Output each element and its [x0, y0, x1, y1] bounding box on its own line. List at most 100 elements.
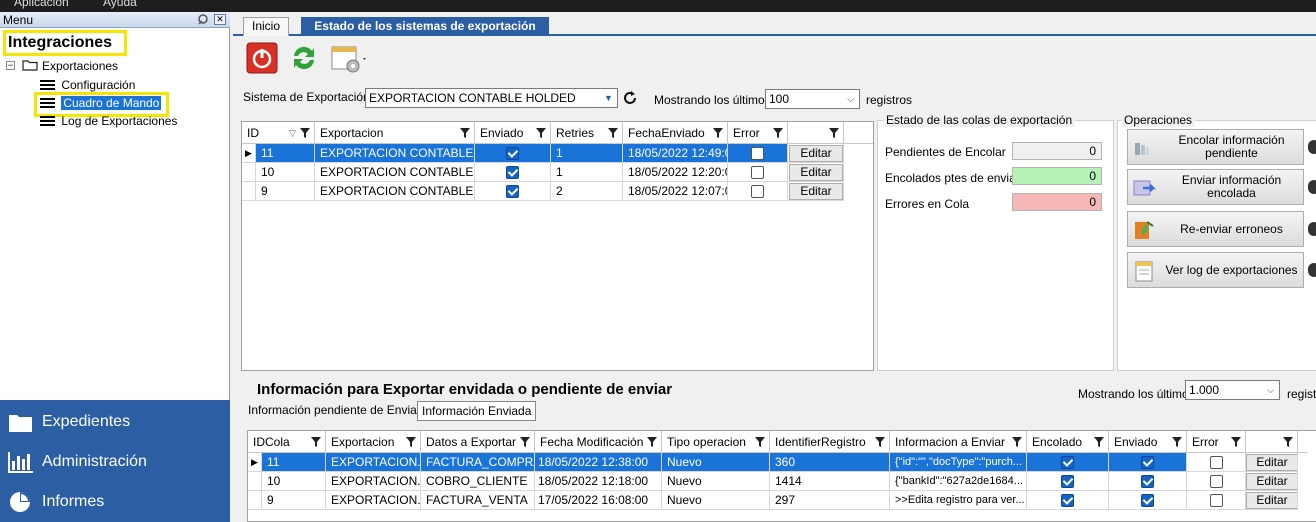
- checkbox-error[interactable]: [751, 166, 764, 180]
- filter-icon[interactable]: [713, 128, 723, 138]
- edit-button[interactable]: Editar: [1246, 454, 1297, 471]
- menu-ayuda[interactable]: Ayuda: [103, 0, 137, 9]
- tab-estado-sistemas[interactable]: Estado de los sistemas de exportación: [301, 17, 549, 36]
- checkbox-enviado[interactable]: [506, 166, 519, 180]
- filter-icon[interactable]: [755, 437, 765, 447]
- column-header-enviado[interactable]: Enviado: [1109, 431, 1187, 453]
- filter-icon[interactable]: [1094, 437, 1104, 447]
- filter-icon[interactable]: [773, 128, 783, 138]
- column-header-fecha-enviado[interactable]: FechaEnviado: [623, 122, 728, 144]
- table-row[interactable]: 10 EXPORTACION... COBRO_CLIENTE 18/05/20…: [248, 472, 1308, 491]
- help-icon[interactable]: [1308, 140, 1316, 154]
- nav-label: Administración: [42, 453, 147, 470]
- column-header-identifier[interactable]: IdentifierRegistro: [770, 431, 890, 453]
- collapse-icon[interactable]: −: [6, 61, 15, 70]
- cell-action: Editar: [788, 144, 844, 163]
- column-header-error[interactable]: Error: [1187, 431, 1246, 453]
- column-header-exportacion[interactable]: Exportacion: [315, 122, 475, 144]
- filter-icon[interactable]: [536, 128, 546, 138]
- edit-button[interactable]: Editar: [789, 183, 843, 200]
- showing-last-select[interactable]: 100 ⌵: [765, 89, 860, 109]
- filter-icon[interactable]: [406, 437, 416, 447]
- pin-icon[interactable]: [197, 14, 209, 25]
- tree-item-log-de-exportaciones[interactable]: Log de Exportaciones: [40, 114, 220, 132]
- column-header-actions[interactable]: [788, 122, 844, 144]
- window-settings-button[interactable]: [330, 42, 370, 74]
- checkbox-enviado[interactable]: [506, 147, 519, 161]
- chevron-down-icon: ⌵: [847, 94, 854, 104]
- nav-expedientes[interactable]: Expedientes: [0, 402, 230, 442]
- column-header-error[interactable]: Error: [728, 122, 788, 144]
- subtab-pending[interactable]: Información pendiente de Enviar: [244, 401, 425, 421]
- filter-icon[interactable]: [460, 128, 470, 138]
- export-system-select[interactable]: EXPORTACION CONTABLE HOLDED ▼: [365, 88, 618, 108]
- cell-datos: COBRO_CLIENTE: [421, 472, 535, 491]
- table-row[interactable]: 10 EXPORTACION CONTABLE... 1 18/05/2022 …: [242, 163, 844, 182]
- power-button[interactable]: [246, 42, 278, 74]
- checkbox-error[interactable]: [751, 147, 764, 161]
- checkbox-enviado[interactable]: [1141, 456, 1154, 470]
- cell-datos: FACTURA_VENTA: [421, 491, 535, 510]
- edit-button[interactable]: Editar: [789, 145, 843, 162]
- help-icon[interactable]: [1308, 180, 1316, 194]
- column-header-id[interactable]: ID ▽: [242, 122, 315, 144]
- column-header-actions[interactable]: [1246, 431, 1298, 453]
- filter-icon[interactable]: [829, 128, 839, 138]
- checkbox-encolado[interactable]: [1061, 494, 1074, 508]
- filter-icon[interactable]: [1231, 437, 1241, 447]
- resend-icon: [1133, 219, 1157, 241]
- nav-administracion[interactable]: Administración: [0, 442, 230, 482]
- column-header-tipo[interactable]: Tipo operacion: [662, 431, 770, 453]
- filter-icon[interactable]: [311, 437, 321, 447]
- edit-button[interactable]: Editar: [1246, 492, 1297, 509]
- menu-aplicacion[interactable]: Aplicación: [14, 0, 69, 9]
- help-icon[interactable]: [1308, 222, 1316, 236]
- column-header-info[interactable]: Informacion a Enviar: [890, 431, 1027, 453]
- close-icon[interactable]: ✕: [214, 14, 226, 25]
- checkbox-error[interactable]: [751, 185, 764, 199]
- checkbox-error[interactable]: [1209, 475, 1223, 489]
- filter-icon[interactable]: [300, 128, 310, 138]
- reload-icon[interactable]: [622, 90, 638, 106]
- edit-button[interactable]: Editar: [789, 164, 843, 181]
- filter-icon[interactable]: [647, 437, 657, 447]
- filter-icon[interactable]: [1172, 437, 1182, 447]
- filter-icon[interactable]: [875, 437, 885, 447]
- column-header-fecha[interactable]: Fecha Modificación: [535, 431, 662, 453]
- table-row[interactable]: 9 EXPORTACION... FACTURA_VENTA 17/05/202…: [248, 491, 1308, 510]
- table-row[interactable]: ▶ 11 EXPORTACION CONTABLE... 1 18/05/202…: [242, 144, 844, 163]
- filter-icon[interactable]: [1012, 437, 1022, 447]
- column-header-enviado[interactable]: Enviado: [475, 122, 551, 144]
- send-queued-button[interactable]: Enviar información encolada: [1127, 169, 1304, 205]
- edit-button[interactable]: Editar: [1246, 473, 1297, 490]
- tree-item-cuadro-de-mando[interactable]: Cuadro de Mando: [40, 96, 220, 114]
- column-header-exportacion[interactable]: Exportacion: [326, 431, 421, 453]
- filter-icon[interactable]: [1283, 437, 1293, 447]
- filter-icon[interactable]: [520, 437, 530, 447]
- checkbox-enviado[interactable]: [506, 185, 519, 199]
- checkbox-error[interactable]: [1209, 494, 1223, 508]
- table-row[interactable]: ▶ 11 EXPORTACION... FACTURA_COMPRA 18/05…: [248, 453, 1308, 472]
- checkbox-enviado[interactable]: [1141, 494, 1154, 508]
- checkbox-encolado[interactable]: [1061, 475, 1074, 489]
- view-log-button[interactable]: Ver log de exportaciones: [1127, 252, 1304, 288]
- bottom-showing-last-select[interactable]: 1.000 ⌵: [1185, 380, 1280, 400]
- column-header-datos[interactable]: Datos a Exportar: [421, 431, 535, 453]
- refresh-button[interactable]: [288, 42, 320, 74]
- table-row[interactable]: 9 EXPORTACION CONTABLE... 2 18/05/2022 1…: [242, 182, 844, 201]
- checkbox-encolado[interactable]: [1061, 456, 1074, 470]
- checkbox-enviado[interactable]: [1141, 475, 1154, 489]
- enqueue-pending-button[interactable]: Encolar información pendiente: [1127, 129, 1304, 165]
- subtab-sent[interactable]: Información Enviada: [417, 401, 537, 421]
- tree-node-exportaciones[interactable]: − Exportaciones: [6, 58, 226, 76]
- help-icon[interactable]: [1308, 263, 1316, 277]
- column-header-retries[interactable]: Retries: [551, 122, 623, 144]
- tab-inicio[interactable]: Inicio: [243, 17, 289, 36]
- checkbox-error[interactable]: [1209, 456, 1223, 470]
- column-header-idcola[interactable]: IDCola: [248, 431, 326, 453]
- resend-errors-button[interactable]: Re-enviar erroneos: [1127, 211, 1304, 247]
- column-header-encolado[interactable]: Encolado: [1027, 431, 1109, 453]
- cell-identifier: 1414: [770, 472, 890, 491]
- nav-informes[interactable]: Informes: [0, 482, 230, 522]
- filter-icon[interactable]: [608, 128, 618, 138]
